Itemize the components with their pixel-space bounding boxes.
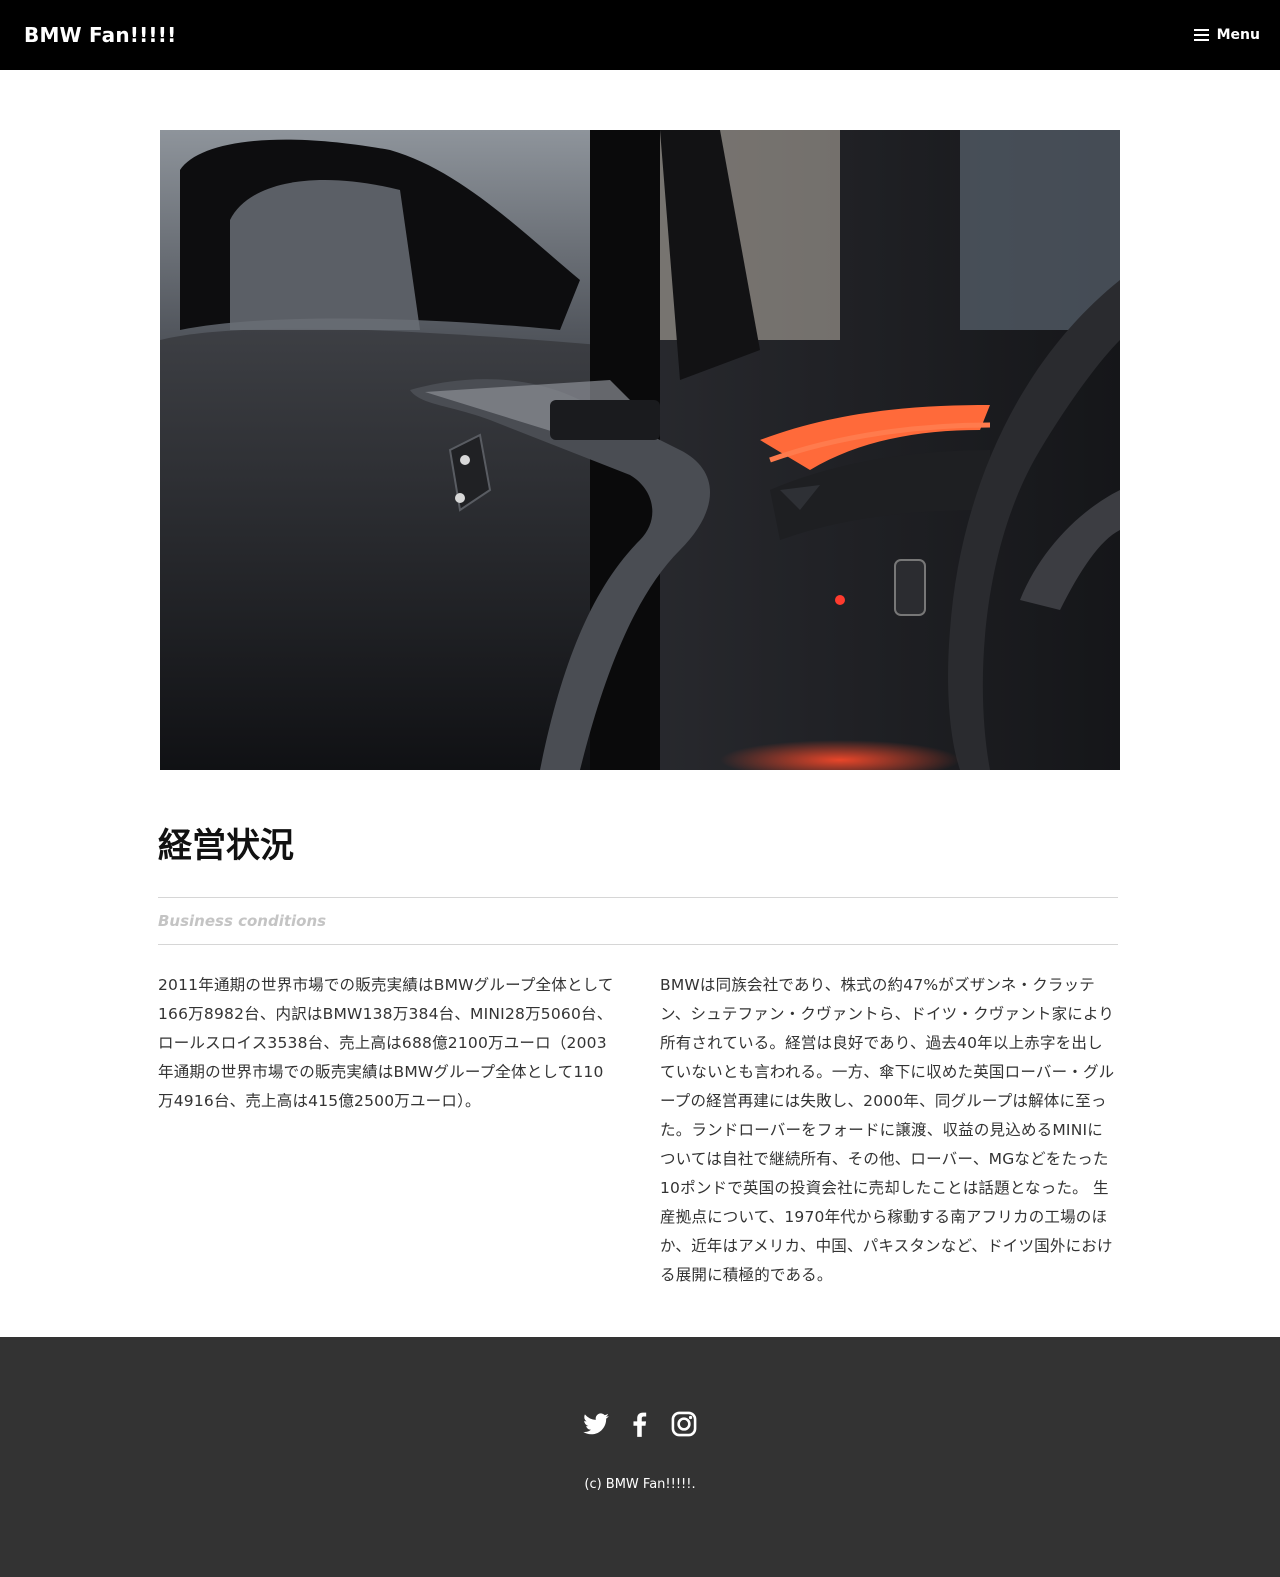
divider-bottom <box>158 944 1118 945</box>
site-footer: (c) BMW Fan!!!!!. <box>0 1337 1280 1577</box>
twitter-icon <box>583 1413 609 1435</box>
site-title-link[interactable]: BMW Fan!!!!! <box>24 23 176 47</box>
body-column-left: 2011年通期の世界市場での販売実績はBMWグループ全体として166万8982台… <box>158 976 614 1110</box>
divider-top <box>158 897 1118 898</box>
site-header: BMW Fan!!!!! Menu <box>0 0 1280 70</box>
instagram-link[interactable] <box>670 1409 698 1441</box>
hamburger-icon <box>1193 29 1209 41</box>
twitter-link[interactable] <box>582 1409 610 1441</box>
menu-button[interactable]: Menu <box>1193 27 1260 43</box>
menu-label: Menu <box>1216 27 1260 43</box>
instagram-icon <box>671 1411 697 1437</box>
body-column-right: BMWは同族会社であり、株式の約47%がズザンネ・クラッテン、シュテファン・クヴ… <box>660 976 1115 1284</box>
facebook-link[interactable] <box>626 1409 654 1441</box>
page-subtitle: Business conditions <box>158 912 327 930</box>
social-links <box>0 1409 1280 1441</box>
page-title: 経営状況 <box>158 826 294 866</box>
facebook-icon <box>633 1412 647 1437</box>
hero-image <box>160 130 1120 770</box>
car-interior-photo <box>160 130 1120 770</box>
copyright-text: (c) BMW Fan!!!!!. <box>584 1477 696 1492</box>
